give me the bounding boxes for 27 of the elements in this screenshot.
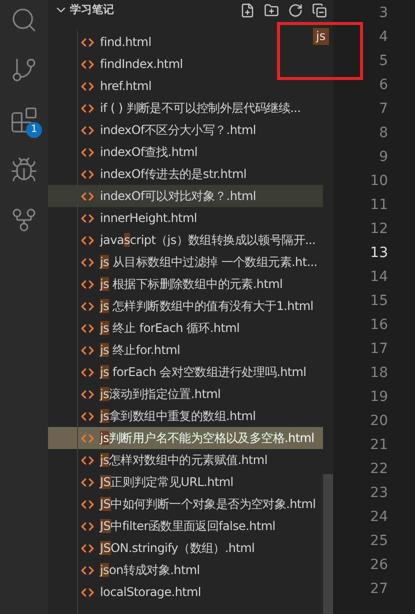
line-number: 15 <box>370 292 388 311</box>
line-number: 16 <box>370 316 388 335</box>
line-number: 25 <box>370 532 388 551</box>
line-number: 11 <box>370 196 388 215</box>
line-number: 13 <box>370 244 388 263</box>
line-number: 24 <box>370 508 388 527</box>
line-number: 8 <box>379 124 388 143</box>
line-number: 14 <box>370 268 388 287</box>
line-number: 27 <box>370 580 388 599</box>
line-number: 22 <box>370 460 388 479</box>
line-number: 6 <box>379 76 388 95</box>
line-number: 10 <box>370 172 388 191</box>
line-number: 19 <box>370 388 388 407</box>
line-number: 21 <box>370 436 388 455</box>
filter-tooltip: js <box>313 28 329 45</box>
line-number: 18 <box>370 364 388 383</box>
line-number: 20 <box>370 412 388 431</box>
line-number: 7 <box>379 100 388 119</box>
line-number: 12 <box>370 220 388 239</box>
line-number: 17 <box>370 340 388 359</box>
line-number: 5 <box>379 52 388 71</box>
line-number: 26 <box>370 556 388 575</box>
line-number: 4 <box>379 28 388 47</box>
line-number: 23 <box>370 484 388 503</box>
line-number: 3 <box>379 4 388 23</box>
line-number: 9 <box>379 148 388 167</box>
count-badge: 1 <box>26 122 42 138</box>
